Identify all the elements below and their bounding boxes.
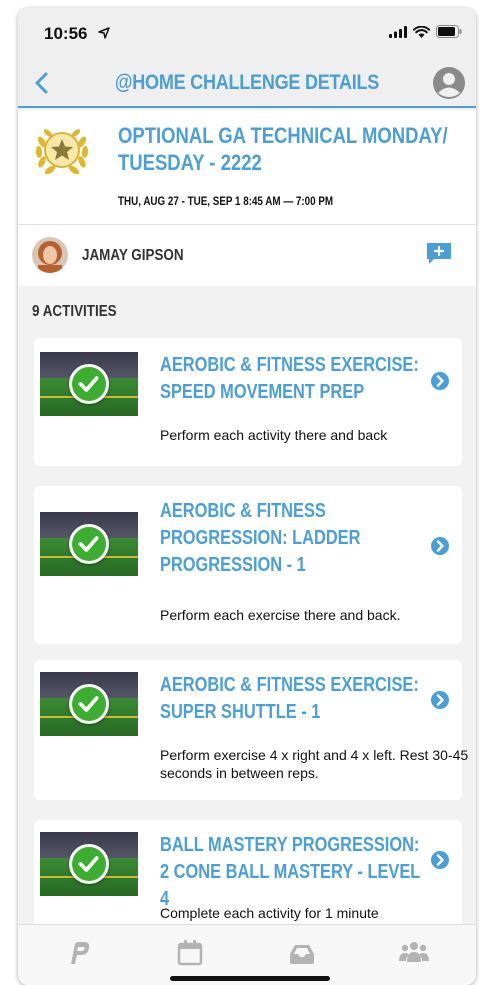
logo-icon[interactable] bbox=[62, 937, 94, 969]
activity-card[interactable]: AEROBIC & FITNESS EXERCISE: SUPER SHUTTL… bbox=[34, 660, 468, 800]
completed-check-icon bbox=[69, 524, 109, 564]
completed-check-icon bbox=[69, 364, 109, 404]
coach-avatar bbox=[32, 237, 68, 273]
challenge-date-range: THU, AUG 27 - TUE, SEP 1 8:45 AM — 7:00 … bbox=[118, 194, 334, 208]
chevron-right-circle-icon[interactable] bbox=[430, 371, 450, 391]
profile-icon[interactable] bbox=[432, 66, 466, 100]
challenge-header: OPTIONAL GA TECHNICAL MONDAY/ TUESDAY - … bbox=[18, 110, 476, 224]
inbox-icon[interactable] bbox=[286, 937, 318, 969]
activity-title: AEROBIC & FITNESS EXERCISE: SPEED MOVEME… bbox=[160, 354, 419, 403]
challenge-title: OPTIONAL GA TECHNICAL MONDAY/ TUESDAY - … bbox=[118, 123, 448, 175]
activity-thumbnail bbox=[40, 832, 138, 896]
status-icons bbox=[389, 25, 462, 38]
page-title: @HOME CHALLENGE DETAILS bbox=[114, 71, 380, 94]
activities-count-label: 9 ACTIVITIES bbox=[32, 303, 117, 320]
activity-description: Perform exercise 4 x right and 4 x left.… bbox=[160, 747, 469, 781]
phone-screen: 10:56 @HOME CHALLENGE DETAILS OPTIONAL G… bbox=[18, 8, 476, 985]
activity-card[interactable]: AEROBIC & FITNESS EXERCISE: SPEED MOVEME… bbox=[34, 338, 462, 466]
activity-card[interactable]: BALL MASTERY PROGRESSION: 2 CONE BALL MA… bbox=[34, 820, 462, 930]
status-bar: 10:56 bbox=[18, 8, 476, 58]
activity-title: AEROBIC & FITNESS PROGRESSION: LADDER PR… bbox=[160, 500, 361, 576]
activity-description: Perform each activity there and back bbox=[160, 427, 388, 443]
activity-title: BALL MASTERY PROGRESSION: 2 CONE BALL MA… bbox=[160, 834, 421, 910]
signal-icon bbox=[389, 25, 407, 38]
activity-thumbnail bbox=[40, 512, 138, 576]
activity-thumbnail bbox=[40, 672, 138, 736]
chevron-right-circle-icon[interactable] bbox=[430, 690, 450, 710]
chevron-right-circle-icon[interactable] bbox=[430, 850, 450, 870]
activity-description: Perform each exercise there and back. bbox=[160, 607, 401, 623]
activity-thumbnail bbox=[40, 352, 138, 416]
add-comment-icon[interactable] bbox=[426, 242, 452, 266]
activity-description: Complete each activity for 1 minute bbox=[160, 905, 379, 921]
coach-name: JAMAY GIPSON bbox=[82, 247, 184, 264]
chevron-right-circle-icon[interactable] bbox=[430, 536, 450, 556]
calendar-icon[interactable] bbox=[174, 937, 206, 969]
status-time: 10:56 bbox=[44, 24, 88, 43]
battery-icon bbox=[436, 25, 462, 38]
navigation-bar: @HOME CHALLENGE DETAILS bbox=[18, 58, 476, 108]
activity-title: AEROBIC & FITNESS EXERCISE: SUPER SHUTTL… bbox=[160, 674, 419, 723]
location-arrow-icon bbox=[98, 27, 110, 39]
activity-card[interactable]: AEROBIC & FITNESS PROGRESSION: LADDER PR… bbox=[34, 486, 462, 644]
wifi-icon bbox=[413, 25, 430, 38]
completed-check-icon bbox=[69, 844, 109, 884]
team-icon[interactable] bbox=[398, 937, 430, 969]
coach-row: JAMAY GIPSON bbox=[18, 224, 476, 286]
completed-check-icon bbox=[69, 684, 109, 724]
home-indicator bbox=[170, 976, 330, 981]
laurel-star-badge-icon bbox=[35, 129, 89, 175]
